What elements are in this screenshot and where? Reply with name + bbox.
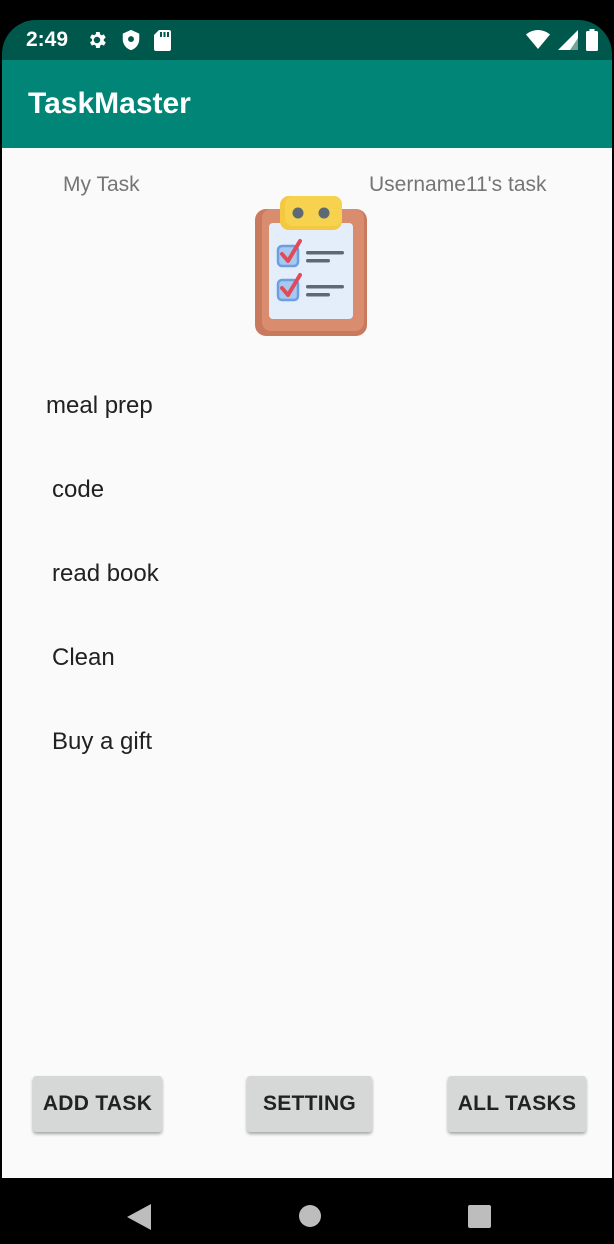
task-item-2[interactable]: code: [52, 476, 104, 504]
cell-signal-icon: [558, 30, 578, 55]
navigation-bar: [0, 1178, 614, 1244]
status-icons-left: [86, 29, 171, 56]
clipboard-checklist-icon: [255, 196, 367, 341]
setting-button[interactable]: SETTING: [247, 1076, 372, 1132]
status-time: 2:49: [26, 28, 69, 51]
status-bar: 2:49: [2, 20, 612, 60]
my-task-label: My Task: [63, 173, 140, 196]
app-title: TaskMaster: [28, 87, 191, 120]
wifi-icon: [526, 30, 550, 55]
task-item-4[interactable]: Clean: [52, 644, 115, 672]
main-content: My Task Username11's task meal prep code…: [2, 148, 612, 1178]
shield-icon: [121, 29, 141, 56]
home-icon[interactable]: [299, 1205, 321, 1227]
phone-frame: 2:49 TaskMaster My Task Username11's tas…: [0, 0, 614, 1244]
status-icons-right: [526, 29, 598, 56]
battery-icon: [586, 29, 598, 56]
task-item-5[interactable]: Buy a gift: [52, 728, 152, 756]
task-item-3[interactable]: read book: [52, 560, 159, 588]
sd-card-icon: [154, 29, 171, 56]
recents-icon[interactable]: [468, 1205, 491, 1228]
gear-icon: [86, 29, 108, 56]
user-task-label: Username11's task: [369, 173, 547, 196]
task-item-1[interactable]: meal prep: [46, 392, 153, 420]
app-bar: TaskMaster: [2, 60, 612, 148]
add-task-button[interactable]: ADD TASK: [33, 1076, 162, 1132]
back-icon[interactable]: [127, 1204, 151, 1235]
all-tasks-button[interactable]: ALL TASKS: [448, 1076, 586, 1132]
